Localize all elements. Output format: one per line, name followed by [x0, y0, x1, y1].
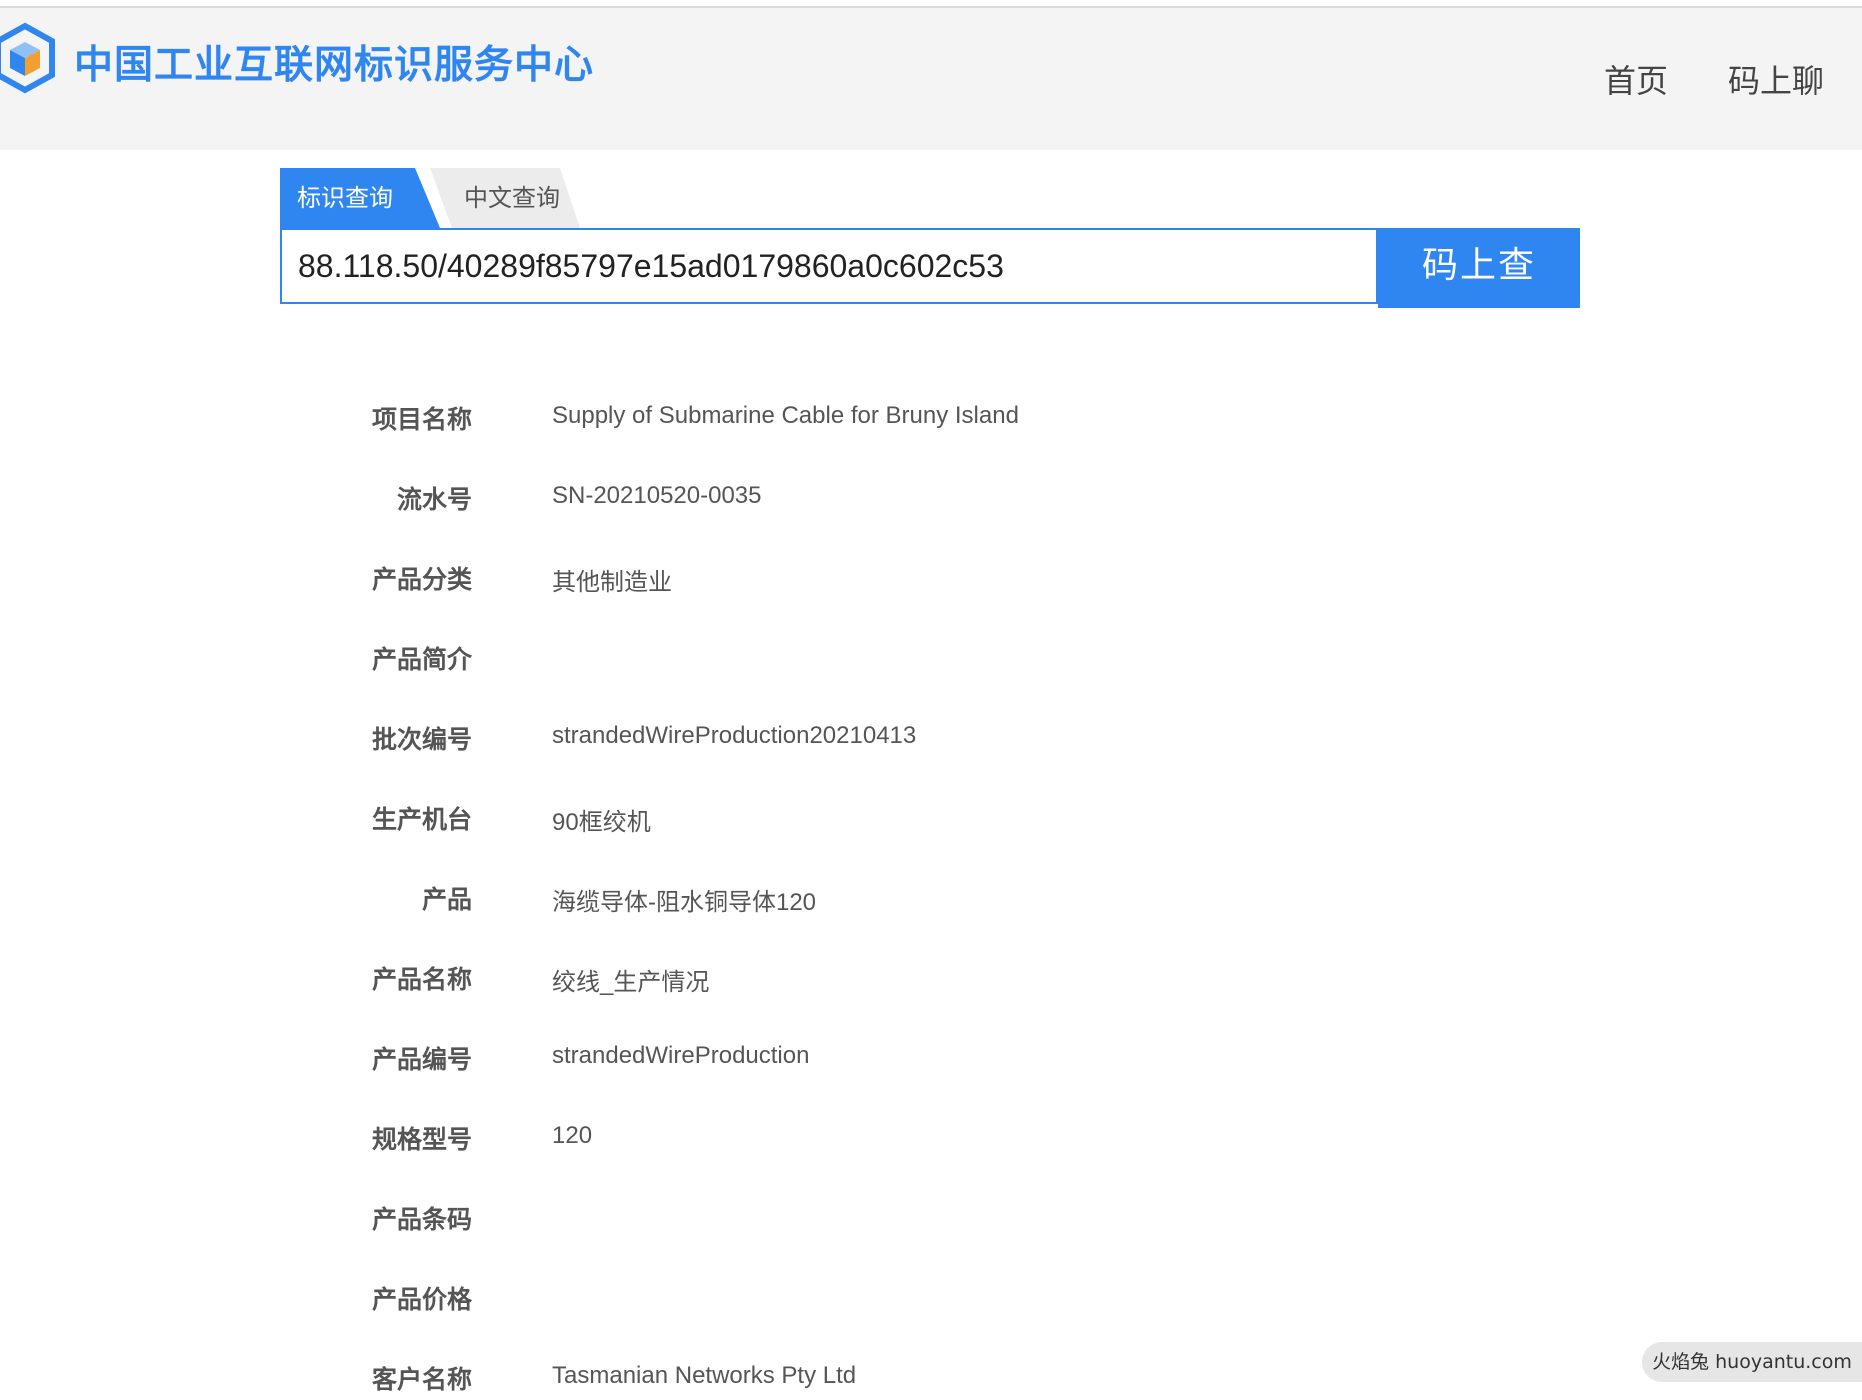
detail-row: 产品编号 strandedWireProduction [0, 1040, 1862, 1080]
detail-row: 产品分类 其他制造业 [0, 560, 1862, 600]
detail-label: 产品简介 [371, 645, 472, 674]
detail-row: 规格型号 120 [0, 1120, 1862, 1160]
site-header: 中国工业互联网标识服务中心 首页 码上聊 [0, 8, 1862, 150]
detail-label: 生产机台 [371, 805, 472, 834]
detail-label: 产品条码 [371, 1205, 472, 1234]
detail-label: 产品编号 [371, 1045, 472, 1074]
tab-chinese-query-label: 中文查询 [464, 184, 560, 212]
site-title[interactable]: 中国工业互联网标识服务中心 [74, 34, 594, 90]
detail-row: 产品价格 [0, 1280, 1862, 1320]
detail-row: 产品名称 绞线_生产情况 [0, 960, 1862, 1000]
detail-row: 产品简介 [0, 640, 1862, 680]
detail-value: 海缆导体-阻水铜导体120 [552, 889, 817, 916]
detail-label: 规格型号 [371, 1125, 472, 1154]
watermark-badge: 火焰兔 huoyantu.com [1642, 1342, 1862, 1382]
detail-value: Tasmanian Networks Pty Ltd [552, 1362, 857, 1389]
tab-chinese-query[interactable]: 中文查询 [430, 168, 580, 228]
detail-label: 产品价格 [371, 1285, 472, 1314]
cube-logo-icon[interactable] [0, 22, 56, 94]
detail-row: 流水号 SN-20210520-0035 [0, 480, 1862, 520]
detail-row: 批次编号 strandedWireProduction20210413 [0, 720, 1862, 760]
nav-chat[interactable]: 码上聊 [1728, 56, 1824, 102]
detail-label: 项目名称 [371, 405, 472, 434]
detail-label: 客户名称 [371, 1365, 472, 1394]
tab-identifier-query[interactable]: 标识查询 [280, 168, 440, 228]
detail-row: 产品 海缆导体-阻水铜导体120 [0, 880, 1862, 920]
detail-value: SN-20210520-0035 [552, 482, 762, 509]
detail-row: 项目名称 Supply of Submarine Cable for Bruny… [0, 400, 1862, 440]
detail-row: 产品条码 [0, 1200, 1862, 1240]
detail-label: 产品分类 [371, 565, 472, 594]
detail-row: 生产机台 90框绞机 [0, 800, 1862, 840]
detail-value: strandedWireProduction [552, 1042, 810, 1069]
detail-label: 产品名称 [371, 965, 472, 994]
search-box [280, 228, 1378, 304]
search-tabs: 中文查询 标识查询 [280, 168, 600, 228]
detail-value: 90框绞机 [552, 809, 651, 836]
identifier-search-input[interactable] [282, 230, 1376, 302]
top-border [0, 0, 1862, 8]
detail-value: 其他制造业 [552, 569, 672, 596]
search-button[interactable]: 码上查 [1378, 228, 1580, 308]
detail-value: 绞线_生产情况 [552, 969, 710, 996]
detail-value: strandedWireProduction20210413 [552, 722, 917, 749]
detail-value: 120 [552, 1122, 593, 1149]
detail-label: 流水号 [396, 485, 472, 514]
nav-home[interactable]: 首页 [1604, 56, 1668, 102]
detail-value: Supply of Submarine Cable for Bruny Isla… [552, 402, 1019, 429]
detail-label: 产品 [421, 885, 472, 914]
detail-row: 客户名称 Tasmanian Networks Pty Ltd [0, 1360, 1862, 1400]
detail-label: 批次编号 [371, 725, 472, 754]
